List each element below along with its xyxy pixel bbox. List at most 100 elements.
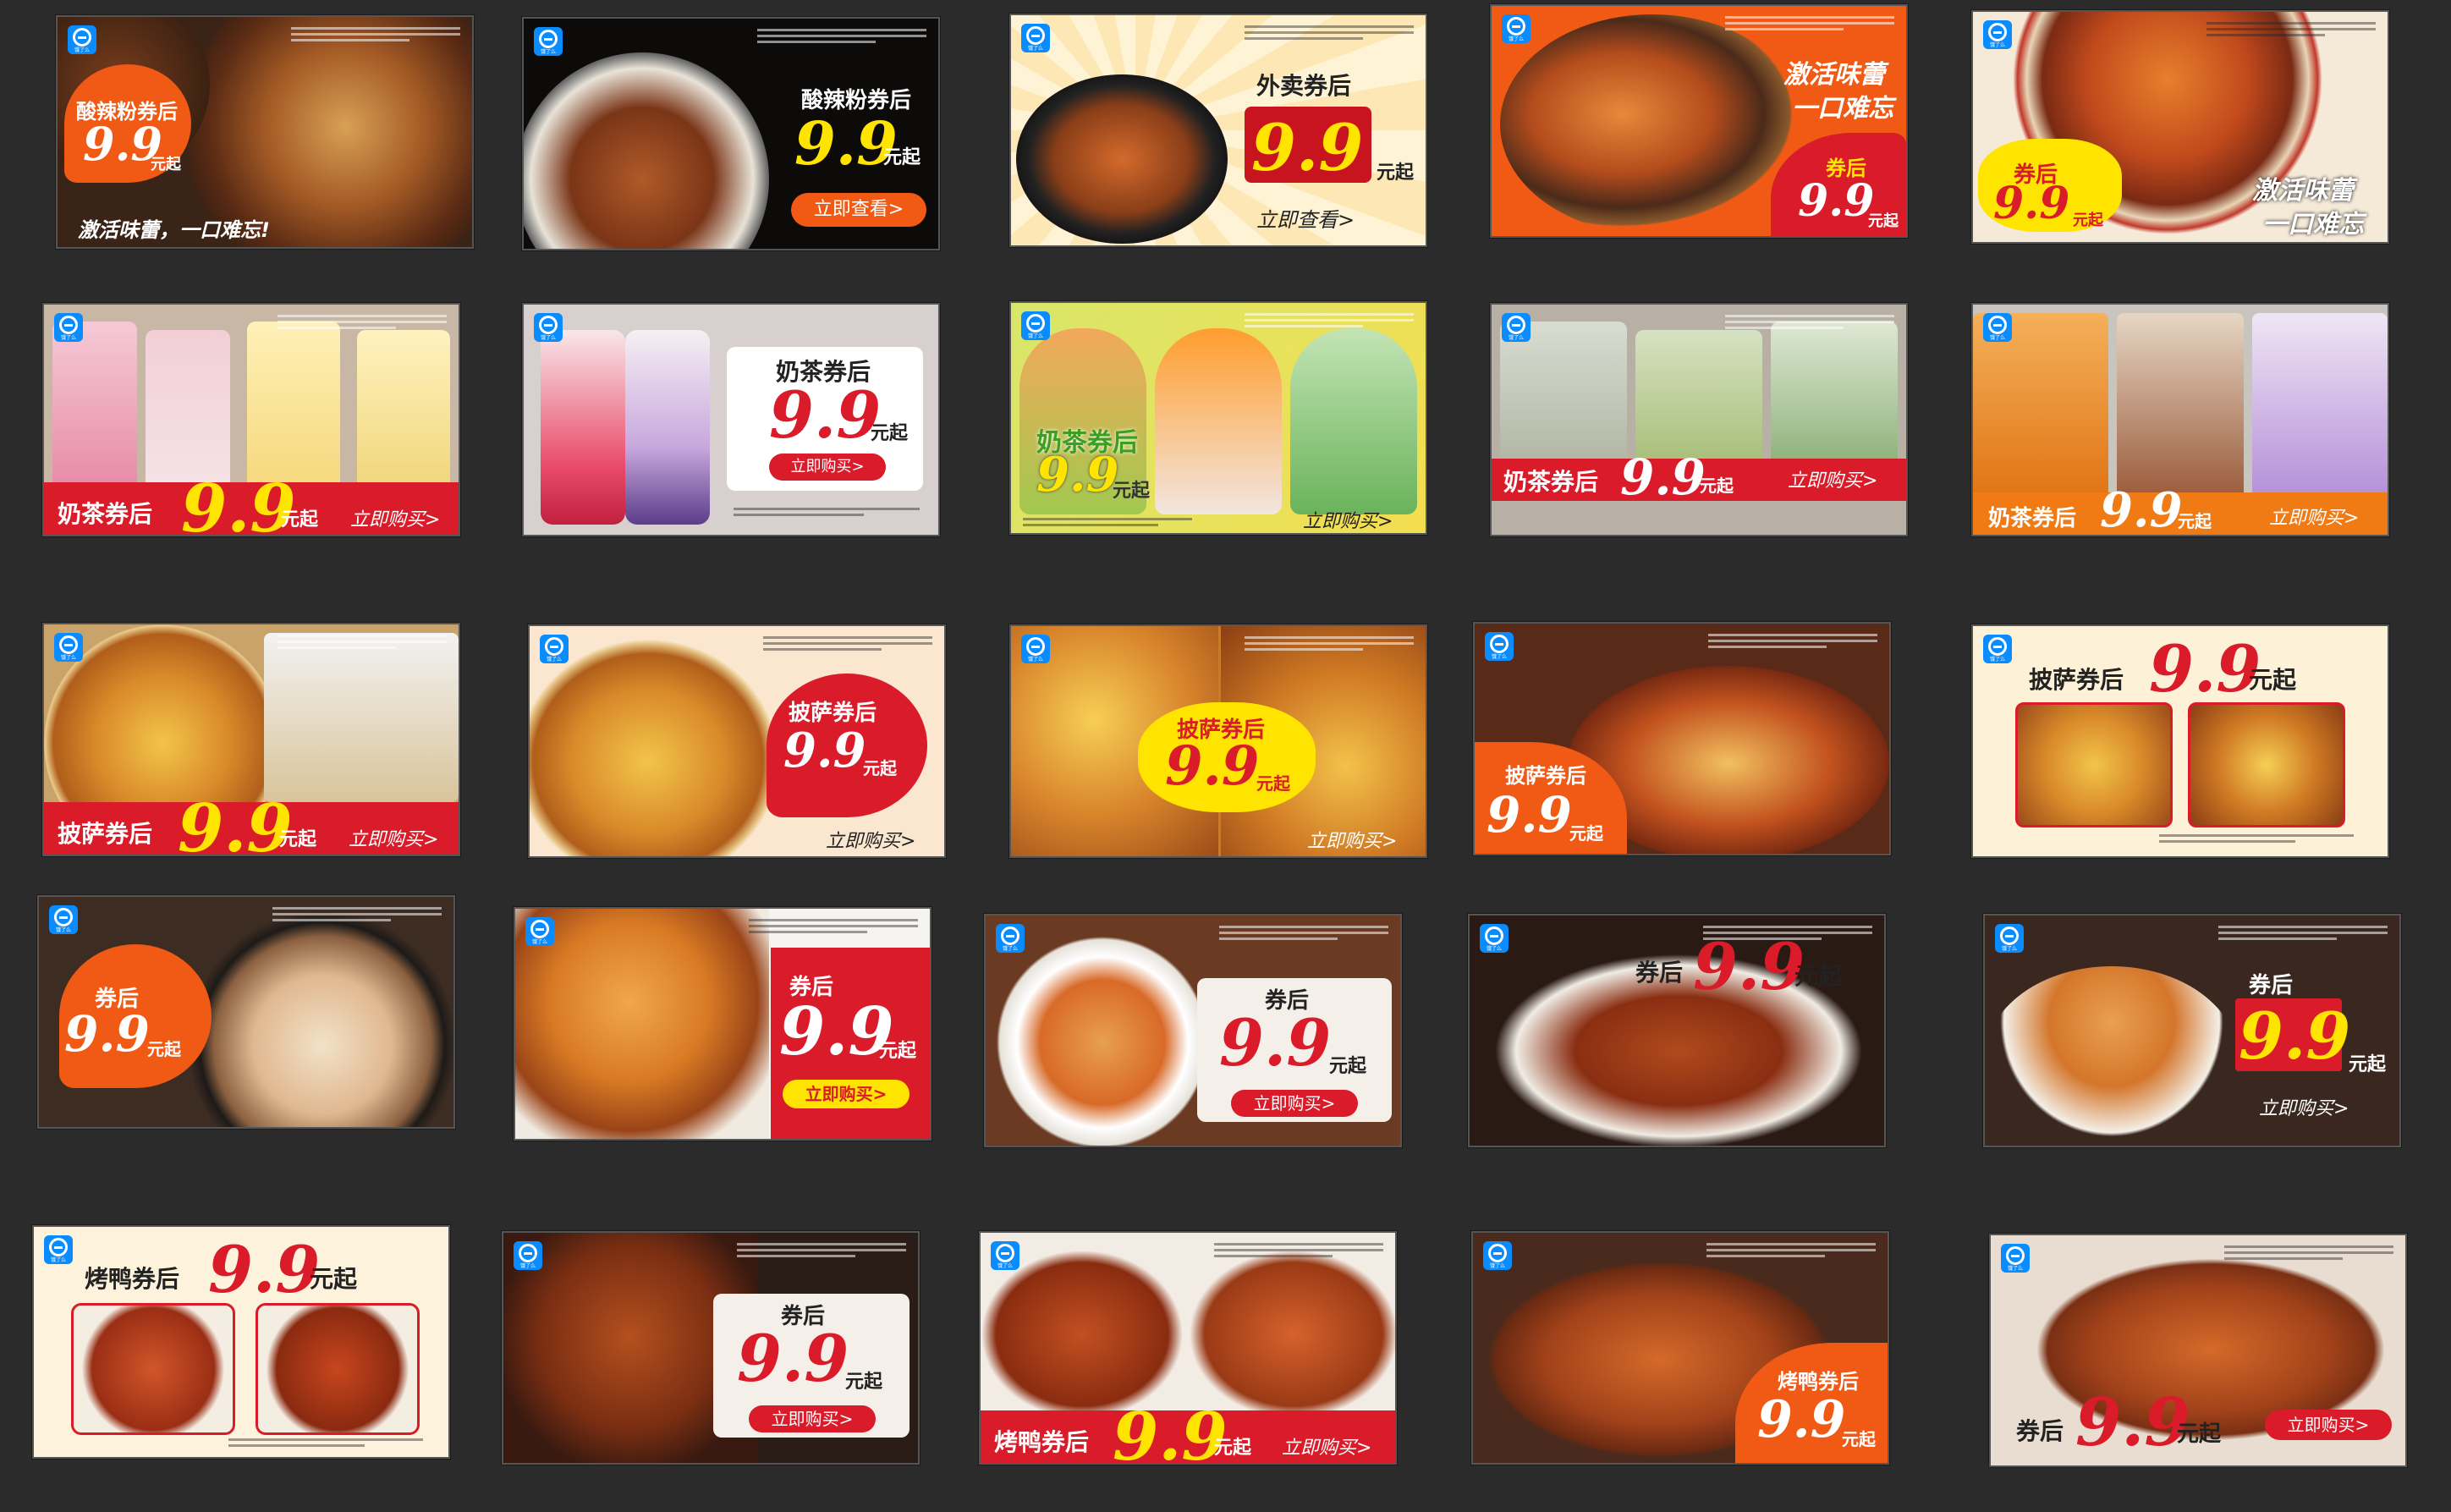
pizza-photo: [2188, 702, 2345, 827]
eleme-icon: 饿了么: [525, 917, 554, 946]
price-unit: 元起: [871, 423, 909, 444]
price: 9.9: [2075, 1384, 2190, 1461]
price: 9.9: [737, 1321, 849, 1396]
buy-button[interactable]: 立即购买>: [749, 1405, 876, 1432]
price-unit: 元起: [1842, 1429, 1876, 1449]
view-button[interactable]: 立即查看>: [791, 193, 926, 227]
banner-2-4[interactable]: 饿了么 奶茶券后 9.9 元起 立即购买>: [1490, 303, 1908, 536]
price: 9.9: [1620, 448, 1706, 506]
view-link[interactable]: 立即查看>: [1256, 203, 1355, 233]
price: 9.9: [1993, 178, 2070, 229]
slogan: 激活味蕾，一口难忘!: [78, 218, 270, 242]
buy-link[interactable]: 立即购买>: [350, 504, 440, 531]
fine-print: [1245, 636, 1414, 655]
buy-button[interactable]: 立即购买>: [783, 1080, 910, 1108]
price: 9.9: [64, 1005, 150, 1063]
price: 9.9: [1487, 786, 1572, 844]
fine-print: [757, 29, 926, 47]
price: 9.9: [1036, 447, 1119, 503]
banner-1-4[interactable]: 饿了么 激活味蕾 一口难忘 券后 9.9 元起: [1490, 4, 1908, 238]
banner-4-4[interactable]: 饿了么 券后 9.9 元起: [1468, 914, 1886, 1147]
fine-print: [1725, 16, 1894, 35]
buy-button[interactable]: 立即购买>: [2265, 1410, 2392, 1440]
eleme-icon: 饿了么: [54, 313, 83, 342]
banner-1-5[interactable]: 饿了么 券后 9.9 元起 激活味蕾 一口难忘: [1971, 10, 2389, 244]
coupon-label: 券后: [1635, 959, 1684, 987]
buy-link[interactable]: 立即购买>: [1282, 1432, 1371, 1460]
banner-1-2[interactable]: 饿了么 酸辣粉券后 9.9 元起 立即查看>: [522, 17, 940, 250]
buy-link[interactable]: 立即购买>: [1303, 506, 1393, 533]
price: 9.9: [1113, 1399, 1228, 1465]
coupon-label: 券后: [2016, 1417, 2064, 1445]
coupon-title: 奶茶券后: [1988, 506, 2077, 531]
banner-5-3[interactable]: 饿了么 烤鸭券后 9.9 元起 立即购买>: [979, 1231, 1397, 1465]
price: 9.9: [2239, 998, 2351, 1074]
price: 9.9: [769, 377, 882, 453]
price-unit: 元起: [883, 147, 921, 168]
slogan-1: 激活味蕾: [1783, 60, 1885, 90]
eleme-icon: 饿了么: [2001, 1244, 2030, 1273]
buy-button[interactable]: 立即购买>: [769, 454, 886, 481]
coupon-title: 奶茶券后: [1503, 468, 1599, 496]
drink-photo: [1155, 328, 1282, 514]
banner-3-4[interactable]: 饿了么 披萨券后 9.9 元起: [1473, 622, 1891, 855]
price-unit: 元起: [310, 1265, 358, 1293]
banner-1-3[interactable]: 饿了么 外卖券后 9.9 元起 立即查看>: [1009, 14, 1427, 247]
price: 9.9: [779, 993, 894, 1070]
drink-photo: [2117, 313, 2244, 499]
banner-5-2[interactable]: 饿了么 券后 9.9 元起 立即购买>: [502, 1231, 920, 1465]
banner-4-2[interactable]: 饿了么 券后 9.9 元起 立即购买>: [514, 907, 931, 1141]
fine-print: [1245, 313, 1414, 332]
banner-2-5[interactable]: 饿了么 奶茶券后 9.9 元起 立即购买>: [1971, 303, 2389, 536]
buy-button[interactable]: 立即购买>: [1231, 1090, 1358, 1117]
banner-4-3[interactable]: 饿了么 券后 9.9 元起 立即购买>: [984, 914, 1402, 1147]
price-unit: 元起: [1377, 162, 1415, 184]
drink-photo: [247, 322, 340, 491]
noodle-photo: [992, 932, 1212, 1146]
eleme-icon: 饿了么: [1983, 635, 2012, 663]
banner-3-3[interactable]: 饿了么 披萨券后 9.9 元起 立即购买>: [1009, 624, 1427, 858]
price: 9.9: [1757, 1390, 1846, 1449]
banner-5-4[interactable]: 饿了么 烤鸭券后 9.9 元起: [1471, 1231, 1889, 1465]
fine-print: [1245, 25, 1414, 44]
noodle-photo: [1985, 966, 2239, 1146]
coupon-title: 奶茶券后: [58, 500, 153, 528]
buy-link[interactable]: 立即购买>: [1788, 465, 1877, 492]
buy-link[interactable]: 立即购买>: [2269, 503, 2359, 530]
banner-5-5[interactable]: 饿了么 券后 9.9 元起 立即购买>: [1989, 1234, 2407, 1467]
buy-link[interactable]: 立即购买>: [349, 824, 438, 851]
price: 9.9: [1251, 110, 1364, 185]
fine-print: [763, 636, 932, 655]
eleme-icon: 饿了么: [1021, 311, 1050, 340]
price-unit: 元起: [2178, 511, 2212, 531]
eleme-icon: 饿了么: [1480, 924, 1509, 953]
price-unit: 元起: [863, 758, 897, 778]
pizza-box-photo: [264, 633, 459, 802]
eleme-icon: 饿了么: [1502, 14, 1531, 43]
buy-link[interactable]: 立即购买>: [2259, 1093, 2349, 1120]
banner-4-5[interactable]: 饿了么 券后 9.9 元起 立即购买>: [1983, 914, 2401, 1147]
banner-2-2[interactable]: 饿了么 奶茶券后 9.9 元起 立即购买>: [522, 303, 940, 536]
price: 9.9: [1219, 1005, 1332, 1080]
banner-3-5[interactable]: 饿了么 披萨券后 9.9 元起: [1971, 624, 2389, 858]
banner-1-1[interactable]: 饿了么 酸辣粉券后 9.9 元起 激活味蕾，一口难忘!: [56, 15, 474, 249]
coupon-title: 烤鸭券后: [994, 1428, 1090, 1456]
fine-print: [2206, 22, 2376, 41]
banner-3-2[interactable]: 饿了么 披萨券后 9.9 元起 立即购买>: [528, 624, 946, 858]
price: 9.9: [783, 723, 866, 778]
banner-4-1[interactable]: 饿了么 券后 9.9 元起: [37, 895, 455, 1129]
banner-2-3[interactable]: 饿了么 奶茶券后 9.9 元起 立即购买>: [1009, 301, 1427, 535]
banner-3-1[interactable]: 饿了么 披萨券后 9.9 元起 立即购买>: [42, 623, 460, 856]
price-unit: 元起: [1868, 212, 1899, 230]
fine-print: [1214, 1243, 1383, 1262]
banner-2-1[interactable]: 饿了么 奶茶券后 9.9 元起 立即购买>: [42, 303, 460, 536]
fine-print: [1219, 926, 1388, 944]
buy-link[interactable]: 立即购买>: [826, 826, 915, 853]
banner-5-1[interactable]: 饿了么 烤鸭券后 9.9 元起: [32, 1225, 450, 1459]
price: 9.9: [208, 1232, 321, 1307]
fine-print: [749, 919, 918, 937]
eleme-icon: 饿了么: [1485, 632, 1514, 661]
buy-link[interactable]: 立即购买>: [1307, 826, 1397, 853]
coupon-title: 外卖券后: [1256, 72, 1352, 100]
price: 9.9: [794, 108, 898, 179]
